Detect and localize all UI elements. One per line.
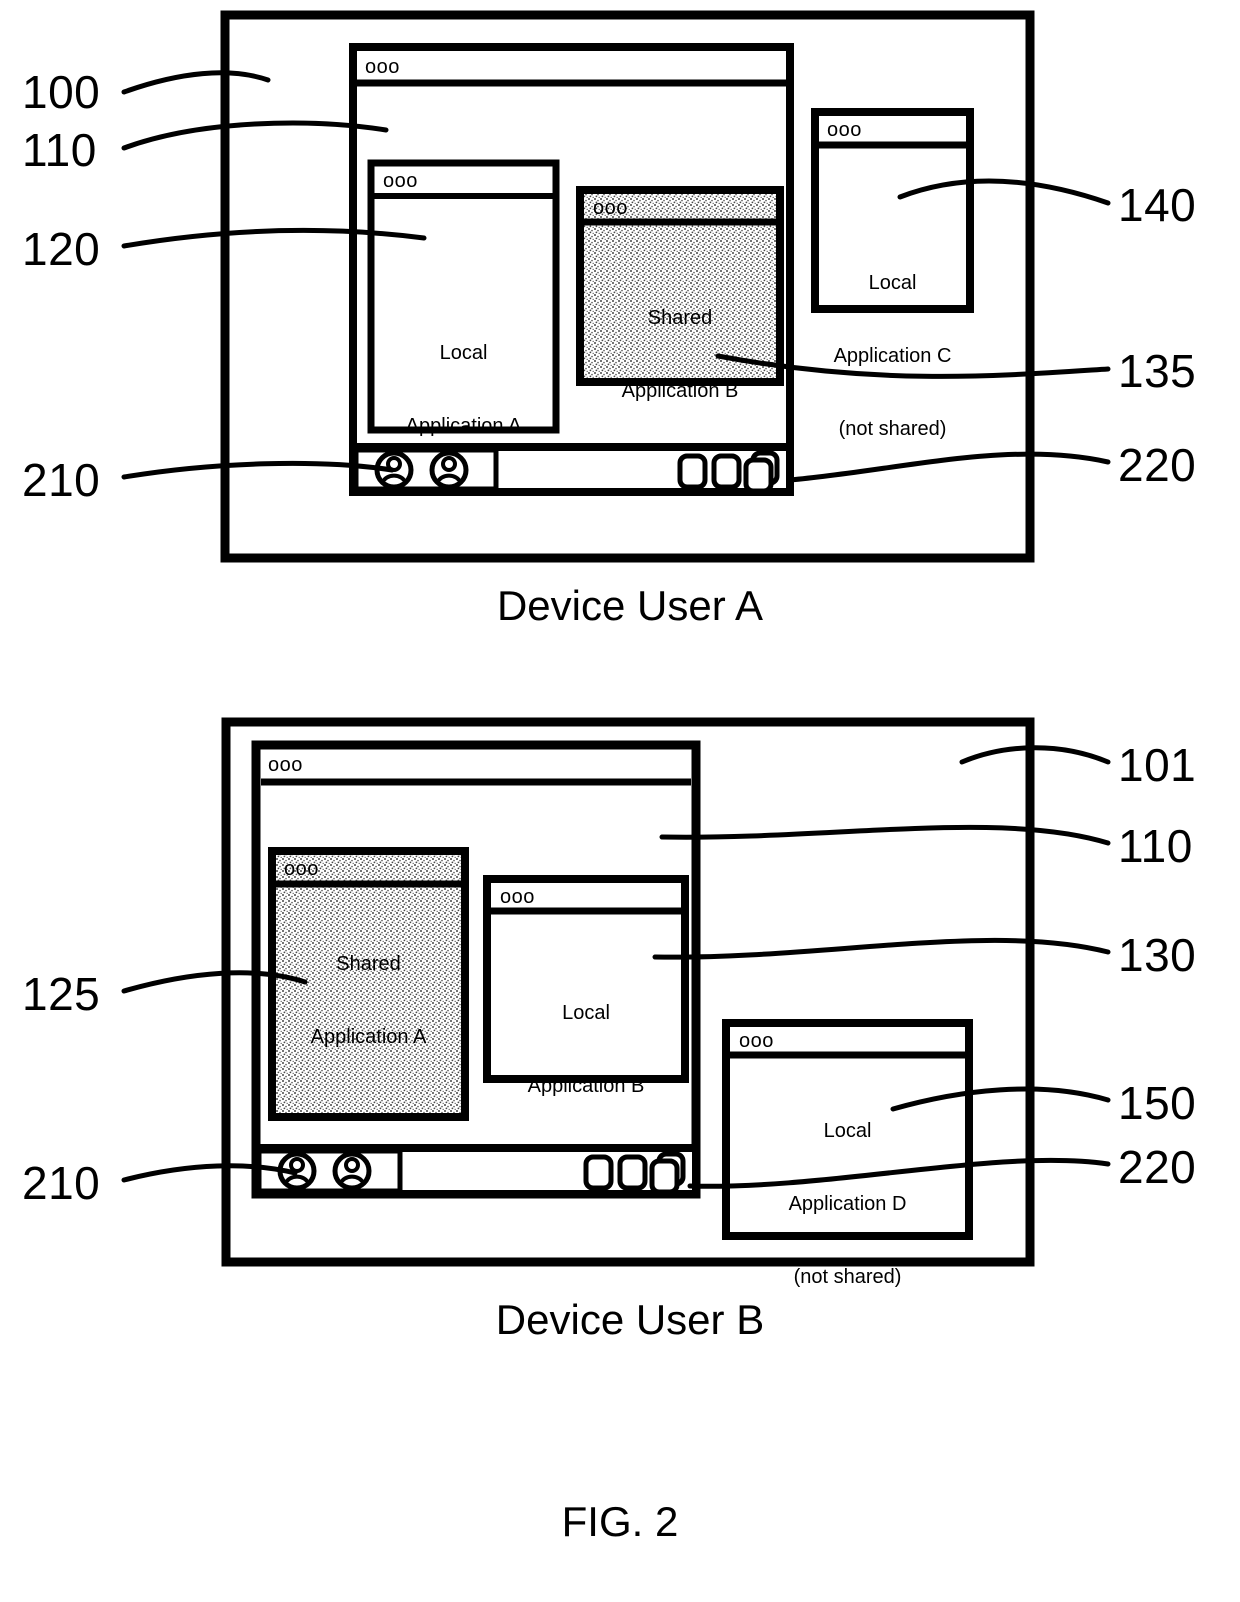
local-app-c-titlebar-dots: ooo [827,119,862,141]
ref-numeral-210-b: 210 [22,1157,101,1209]
taskbar-window-icon[interactable] [677,453,708,490]
figure-label: FIG. 2 [561,1498,679,1545]
desktop-a-titlebar-dots: ooo [365,56,400,78]
local-app-c-label: Local Application C (not shared) [815,222,970,466]
taskbar-window-icon-stacked[interactable] [649,1151,686,1195]
taskbar-window-icon[interactable] [711,453,742,490]
shared-app-b-titlebar-dots: ooo [593,197,628,219]
shared-app-b-label-line-2: Application B [621,379,739,402]
local-app-b-label-line-1: Local [562,1001,610,1024]
ref-numeral-101: 101 [1118,739,1197,791]
local-app-c-label-line-3: (not shared) [838,418,947,441]
ref-numeral-210: 210 [22,454,101,506]
local-app-a-label: Local Application A [371,292,556,463]
shared-app-a-titlebar-dots: ooo [284,858,319,880]
desktop-b-titlebar-dots: ooo [268,754,303,776]
taskbar-window-icon[interactable] [617,1154,648,1191]
local-app-c-label-line-2: Application C [833,344,952,367]
shared-app-b-label-line-1: Shared [647,306,713,329]
local-app-d-label: Local Application D (not shared) [726,1070,969,1314]
local-app-b-label: Local Application B [487,952,685,1123]
caption-device-user-b: Device User B [495,1296,765,1343]
local-app-d-label-line-3: (not shared) [793,1266,902,1289]
local-app-d-label-line-2: Application D [788,1192,907,1215]
ref-numeral-110: 110 [22,124,97,176]
local-app-a-label-line-1: Local [439,341,488,364]
ref-numeral-220-b: 220 [1118,1141,1197,1193]
local-app-b-label-line-2: Application B [527,1074,645,1097]
ref-numeral-135: 135 [1118,345,1197,397]
local-app-d-label-line-1: Local [823,1119,872,1142]
avatar-icon[interactable] [332,1151,372,1191]
shared-app-a-label: Shared Application A [272,903,465,1074]
local-app-b-titlebar-dots: ooo [500,886,535,908]
taskbar-window-icon[interactable] [583,1154,614,1191]
figure-canvas: 100 110 120 210 140 135 220 ooo ooo ooo … [0,0,1240,1602]
local-app-d-titlebar-dots: ooo [739,1030,774,1052]
caption-device-user-a: Device User A [496,582,764,629]
local-app-c-label-line-1: Local [868,271,917,294]
ref-numeral-120: 120 [22,223,101,275]
local-app-a-label-line-2: Application A [405,414,522,437]
shared-app-b-label: Shared Application B [580,257,780,428]
shared-app-a-label-line-2: Application A [310,1025,427,1048]
shared-app-a-label-line-1: Shared [336,952,401,975]
ref-numeral-150: 150 [1118,1077,1197,1129]
taskbar-window-icon-stacked[interactable] [743,450,780,494]
local-app-a-titlebar-dots: ooo [383,170,418,192]
ref-numeral-130: 130 [1118,929,1197,981]
ref-numeral-100: 100 [22,66,101,118]
ref-numeral-110-b: 110 [1118,820,1193,872]
patent-figure-svg [121,10,1111,1267]
ref-numeral-140: 140 [1118,179,1197,231]
ref-numeral-220: 220 [1118,439,1197,491]
ref-numeral-125: 125 [22,968,101,1020]
